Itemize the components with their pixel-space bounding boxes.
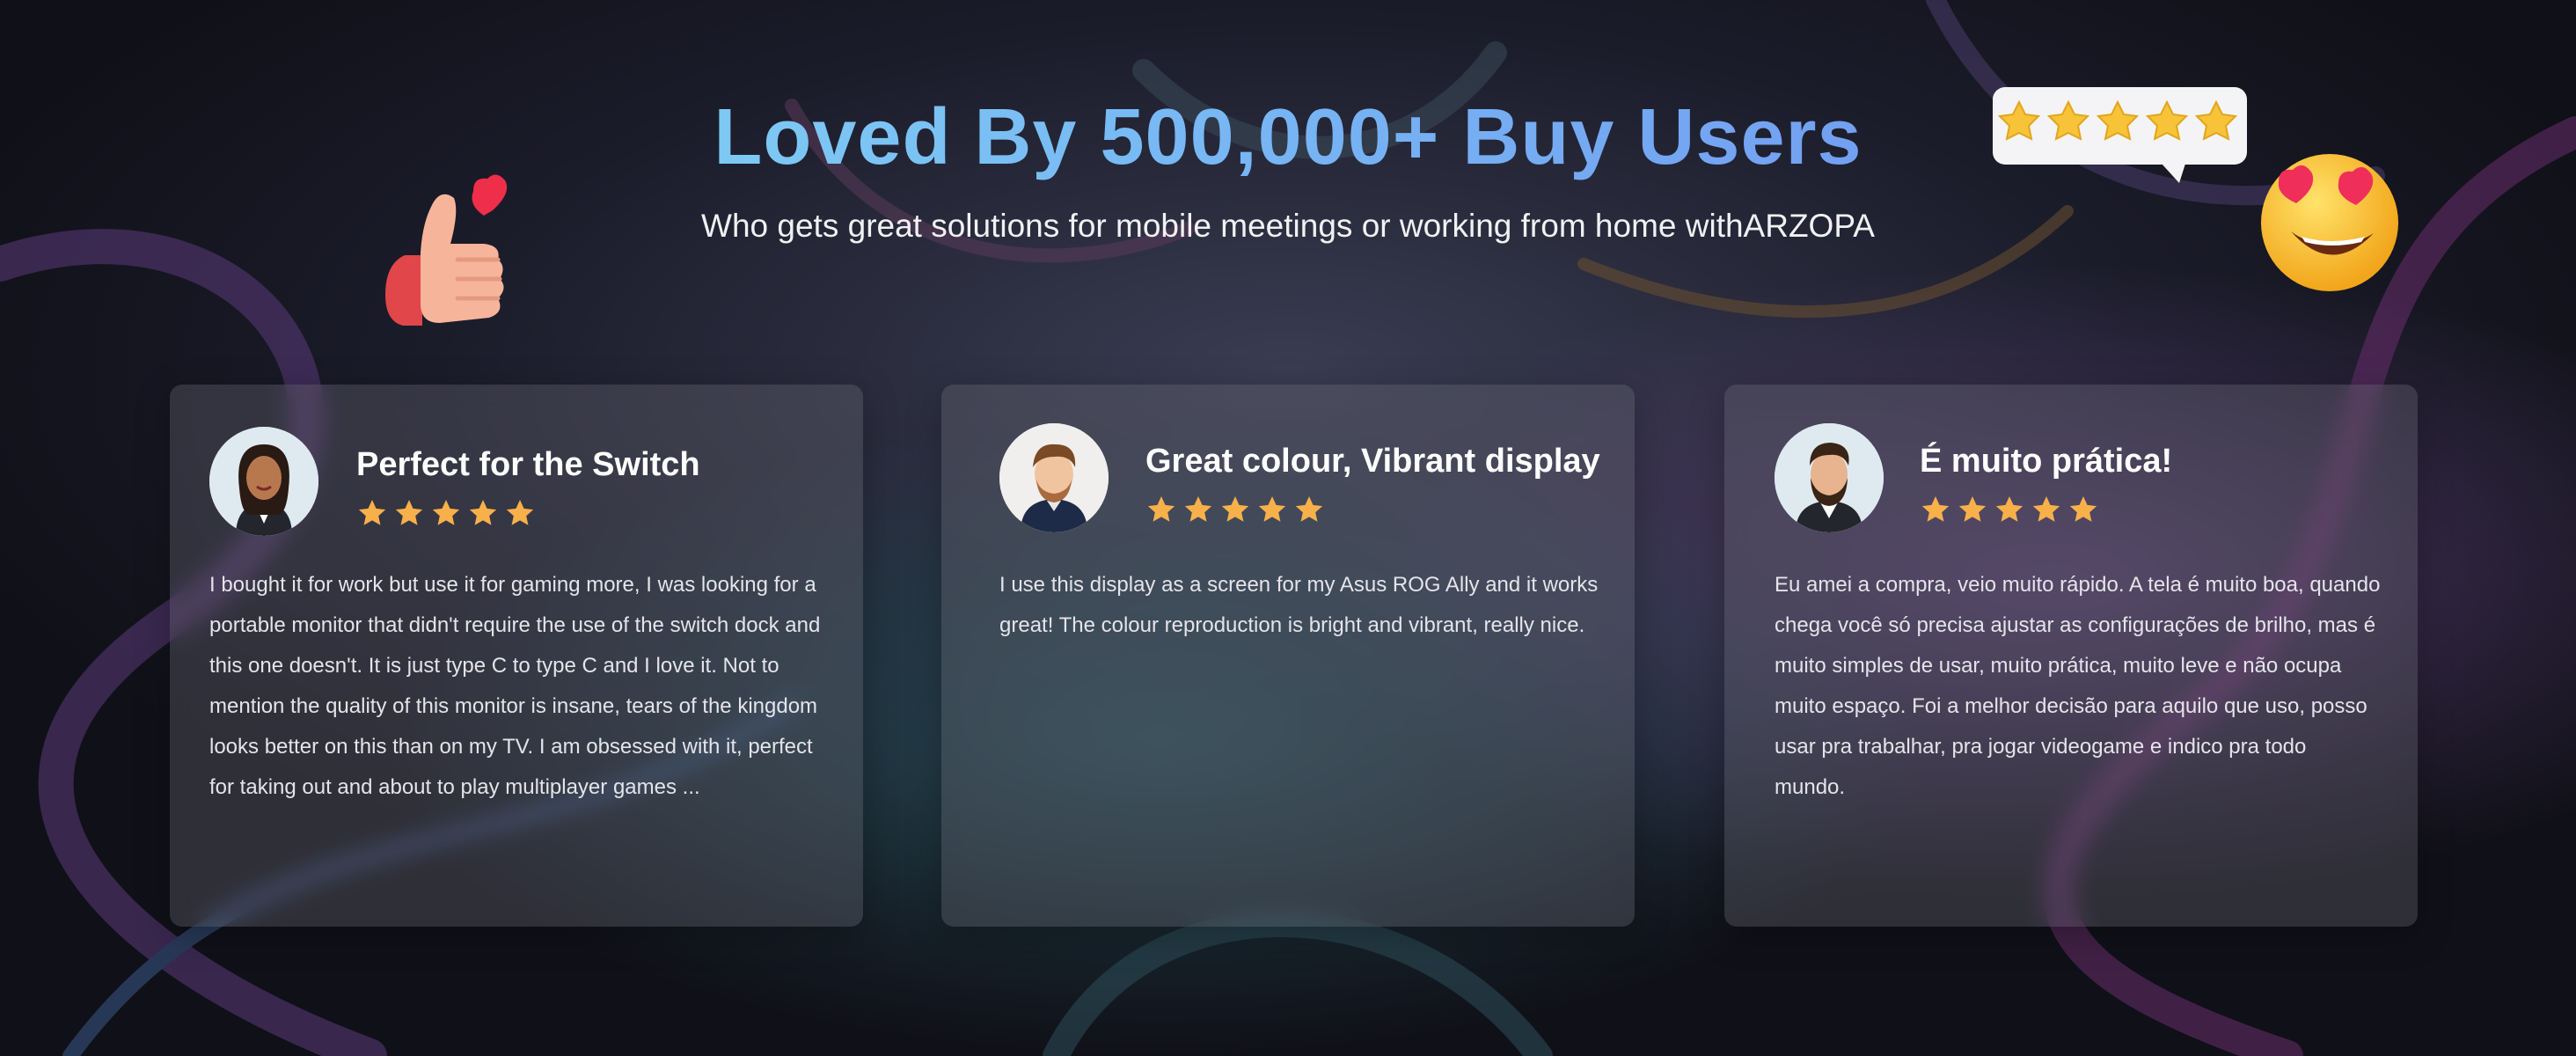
review-text: I bought it for work but use it for gami… [209, 573, 821, 799]
star-icon [1995, 496, 2023, 522]
review-text: Eu amei a compra, veio muito rápido. A t… [1775, 573, 2381, 799]
star-icon [506, 500, 534, 525]
star-icon [1958, 496, 1987, 522]
review-title: Great colour, Vibrant display [1145, 443, 1600, 480]
woman-avatar [209, 427, 318, 536]
star-icon [1921, 496, 1950, 522]
review-card: Great colour, Vibrant display I use this… [941, 385, 1635, 927]
star-icon [395, 500, 423, 525]
review-title: É muito prática! [1920, 443, 2173, 480]
star-icon [1147, 496, 1175, 522]
star-icon [432, 500, 460, 525]
thumbs-up-heart-icon [370, 172, 515, 334]
star-icon [469, 500, 497, 525]
star-rating [1145, 494, 1325, 529]
review-text: I use this display as a screen for my As… [999, 573, 1599, 637]
star-rating [356, 497, 536, 532]
review-card: Perfect for the Switch I bought it for w… [170, 385, 863, 927]
man-avatar [999, 423, 1109, 532]
star-icon [2069, 496, 2097, 522]
five-star-speech-bubble-icon [1990, 84, 2250, 186]
star-rating [1920, 494, 2099, 529]
review-card: É muito prática! Eu amei a compra, veio … [1724, 385, 2418, 927]
star-icon [358, 500, 386, 525]
star-icon [2032, 496, 2060, 522]
bearded-man-avatar [1775, 423, 1884, 532]
heart-eyes-emoji-icon [2252, 145, 2402, 295]
star-icon [1221, 496, 1249, 522]
star-icon [1295, 496, 1323, 522]
review-title: Perfect for the Switch [356, 446, 700, 483]
star-icon [1258, 496, 1286, 522]
star-icon [1184, 496, 1212, 522]
